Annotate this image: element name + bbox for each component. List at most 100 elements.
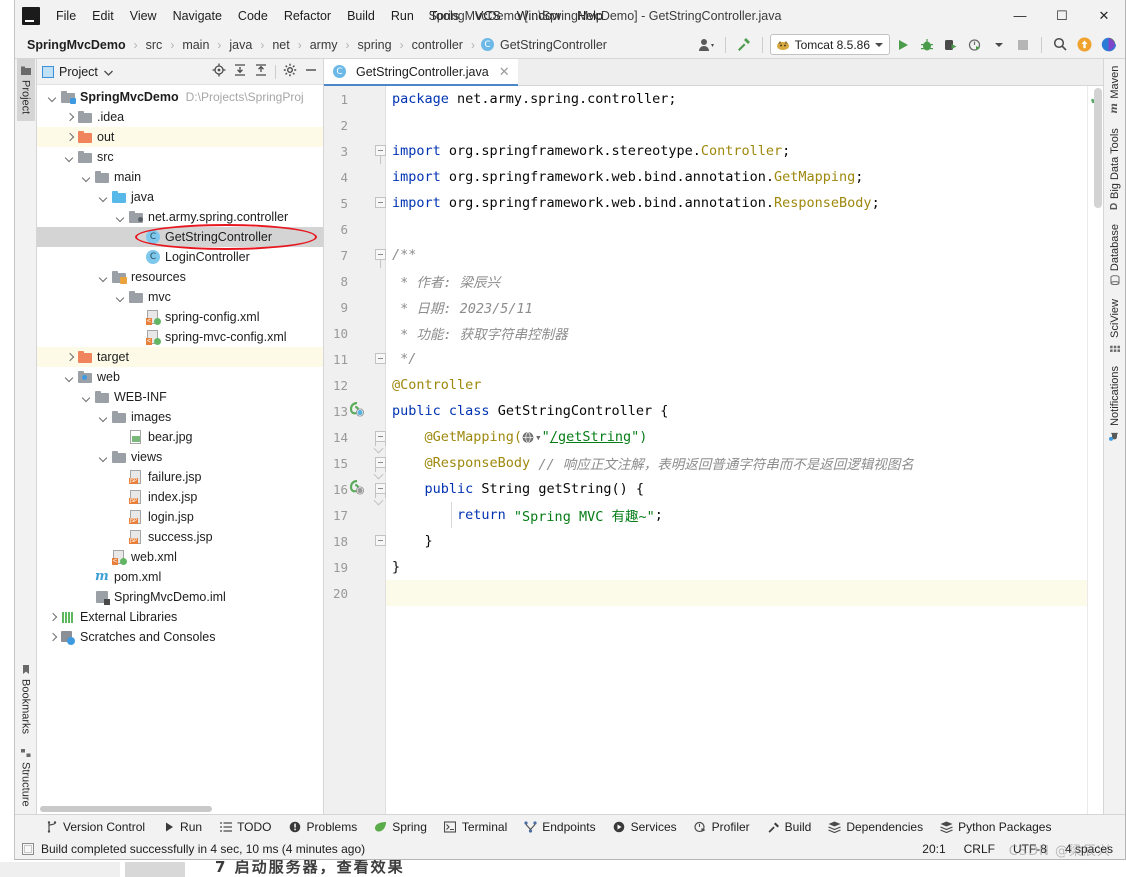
gutter-line-11[interactable]: 11 <box>324 346 386 372</box>
chevron-down-icon[interactable] <box>875 42 883 47</box>
collapse-all-icon[interactable] <box>254 63 268 80</box>
breadcrumb-java[interactable]: java <box>227 37 254 53</box>
gutter-line-15[interactable]: 15 <box>324 450 386 476</box>
sidebar-item-maven[interactable]: m Maven <box>1106 59 1124 121</box>
run-configuration-selector[interactable]: Tomcat 8.5.86 <box>769 34 890 55</box>
tree-node-failure-jsp[interactable]: failure.jsp <box>37 467 323 487</box>
menu-item-tools[interactable]: Tools <box>422 5 467 27</box>
bottom-tool-problems[interactable]: Problems <box>289 820 357 834</box>
code-line-19[interactable]: } <box>386 554 1087 580</box>
bottom-tool-run[interactable]: Run <box>162 820 202 834</box>
code-line-10[interactable]: * 功能: 获取字符串控制器 <box>386 320 1087 346</box>
gutter-line-4[interactable]: 4 <box>324 164 385 190</box>
expand-all-icon[interactable] <box>233 63 247 80</box>
code-line-3[interactable]: import org.springframework.stereotype. Co… <box>386 138 1087 164</box>
sidebar-item-database[interactable]: Database <box>1106 217 1124 292</box>
chevron-right-icon[interactable] <box>64 132 75 143</box>
tree-node-external-libraries[interactable]: External Libraries <box>37 607 323 627</box>
sidebar-item-notifications[interactable]: Notifications <box>1106 359 1124 448</box>
gutter-line-10[interactable]: 10 <box>324 320 385 346</box>
chevron-down-icon[interactable] <box>98 452 109 463</box>
sidebar-item-sciview[interactable]: SciView <box>1106 292 1124 359</box>
tree-node-springmvcdemo[interactable]: SpringMvcDemo D:\Projects\SpringProj <box>37 87 323 107</box>
menu-item-help[interactable]: Help <box>569 5 611 27</box>
gutter-line-3[interactable]: 3 <box>324 138 386 164</box>
tree-node-views[interactable]: views <box>37 447 323 467</box>
update-icon[interactable] <box>1073 34 1095 56</box>
chevron-right-icon[interactable] <box>47 612 58 623</box>
chevron-down-icon[interactable] <box>64 152 75 163</box>
code-fold-fold-mid[interactable] <box>374 476 386 502</box>
gutter-line-8[interactable]: 8 <box>324 268 385 294</box>
close-button[interactable]: ✕ <box>1083 0 1125 31</box>
code-fold-fold-mid[interactable] <box>374 450 386 476</box>
debug-icon[interactable] <box>916 34 938 56</box>
menu-item-view[interactable]: View <box>122 5 165 27</box>
tree-node--idea[interactable]: .idea <box>37 107 323 127</box>
chevron-down-icon[interactable] <box>47 92 58 103</box>
line-separator[interactable]: CRLF <box>964 842 995 856</box>
menu-item-refactor[interactable]: Refactor <box>276 5 339 27</box>
tree-node-web-xml[interactable]: web.xml <box>37 547 323 567</box>
stop-icon[interactable] <box>1012 34 1034 56</box>
breadcrumb-main[interactable]: main <box>180 37 211 53</box>
sidebar-item-bookmarks[interactable]: Bookmarks <box>17 658 35 741</box>
breadcrumb-army[interactable]: army <box>308 37 340 53</box>
code-line-7[interactable]: /** <box>386 242 1087 268</box>
code-line-8[interactable]: * 作者: 梁辰兴 <box>386 268 1087 294</box>
run-icon[interactable] <box>892 34 914 56</box>
minimize-button[interactable]: — <box>999 0 1041 31</box>
run-with-coverage-icon[interactable] <box>940 34 962 56</box>
bottom-tool-terminal[interactable]: Terminal <box>444 820 507 834</box>
gutter-line-5[interactable]: 5 <box>324 190 386 216</box>
scrollbar-thumb[interactable] <box>40 806 212 812</box>
gutter-line-16[interactable]: 16 <box>324 476 386 502</box>
chevron-down-icon[interactable] <box>115 212 126 223</box>
chevron-right-icon[interactable] <box>64 352 75 363</box>
tree-node-mvc[interactable]: mvc <box>37 287 323 307</box>
locate-icon[interactable] <box>212 63 226 80</box>
menu-item-run[interactable]: Run <box>383 5 422 27</box>
menu-item-build[interactable]: Build <box>339 5 383 27</box>
hammer-build-icon[interactable] <box>733 34 755 56</box>
bottom-tool-python-packages[interactable]: Python Packages <box>940 820 1051 834</box>
code-editor[interactable]: 1 2 3 4 5 6 7 8 9 10 11 12 13 14 15 16 17 18 19 20 package … <box>324 86 1103 814</box>
search-everywhere-icon[interactable] <box>1049 34 1071 56</box>
sidebar-item-project[interactable]: Project <box>16 59 35 122</box>
profile-icon[interactable] <box>964 34 986 56</box>
bottom-tool-endpoints[interactable]: Endpoints <box>524 820 596 834</box>
code-line-20[interactable] <box>386 580 1087 606</box>
tree-node-src[interactable]: src <box>37 147 323 167</box>
gutter-line-14[interactable]: 14 <box>324 424 386 450</box>
breadcrumb-file[interactable]: GetStringController <box>498 37 609 53</box>
code-line-12[interactable]: @Controller <box>386 372 1087 398</box>
tree-node-index-jsp[interactable]: index.jsp <box>37 487 323 507</box>
tree-node-bear-jpg[interactable]: bear.jpg <box>37 427 323 447</box>
code-line-9[interactable]: * 日期: 2023/5/11 <box>386 294 1087 320</box>
editor-vertical-scrollbar[interactable] <box>1094 88 1102 208</box>
code-fold-fold-end[interactable] <box>374 346 386 372</box>
bottom-tool-build[interactable]: Build <box>767 820 811 834</box>
code-line-17[interactable]: return "Spring MVC 有趣~"; <box>386 502 1087 528</box>
code-line-6[interactable] <box>386 216 1087 242</box>
code-line-2[interactable] <box>386 112 1087 138</box>
spring-bean-icon[interactable] <box>349 401 367 419</box>
bottom-tool-profiler[interactable]: Profiler <box>694 820 750 834</box>
tree-node-scratches-and-consoles[interactable]: Scratches and Consoles <box>37 627 323 647</box>
gutter-line-9[interactable]: 9 <box>324 294 385 320</box>
chevron-right-icon[interactable] <box>47 632 58 643</box>
tree-node-resources[interactable]: resources <box>37 267 323 287</box>
breadcrumb-controller[interactable]: controller <box>410 37 465 53</box>
bottom-tool-spring[interactable]: Spring <box>374 820 427 834</box>
settings-gear-icon[interactable] <box>283 63 297 80</box>
bottom-tool-todo[interactable]: TODO <box>219 820 272 834</box>
gutter-line-2[interactable]: 2 <box>324 112 385 138</box>
editor-gutter[interactable]: 1 2 3 4 5 6 7 8 9 10 11 12 13 14 15 16 17 18 19 20 <box>324 86 386 814</box>
build-status-icon[interactable] <box>22 842 34 855</box>
sidebar-item-big-data-tools[interactable]: D Big Data Tools <box>1106 121 1124 217</box>
code-fold-fold-mid[interactable] <box>374 424 386 450</box>
chevron-right-icon[interactable] <box>64 112 75 123</box>
tree-node-logincontroller[interactable]: C LoginController <box>37 247 323 267</box>
tree-node-web[interactable]: web <box>37 367 323 387</box>
close-icon[interactable]: ✕ <box>499 64 510 80</box>
